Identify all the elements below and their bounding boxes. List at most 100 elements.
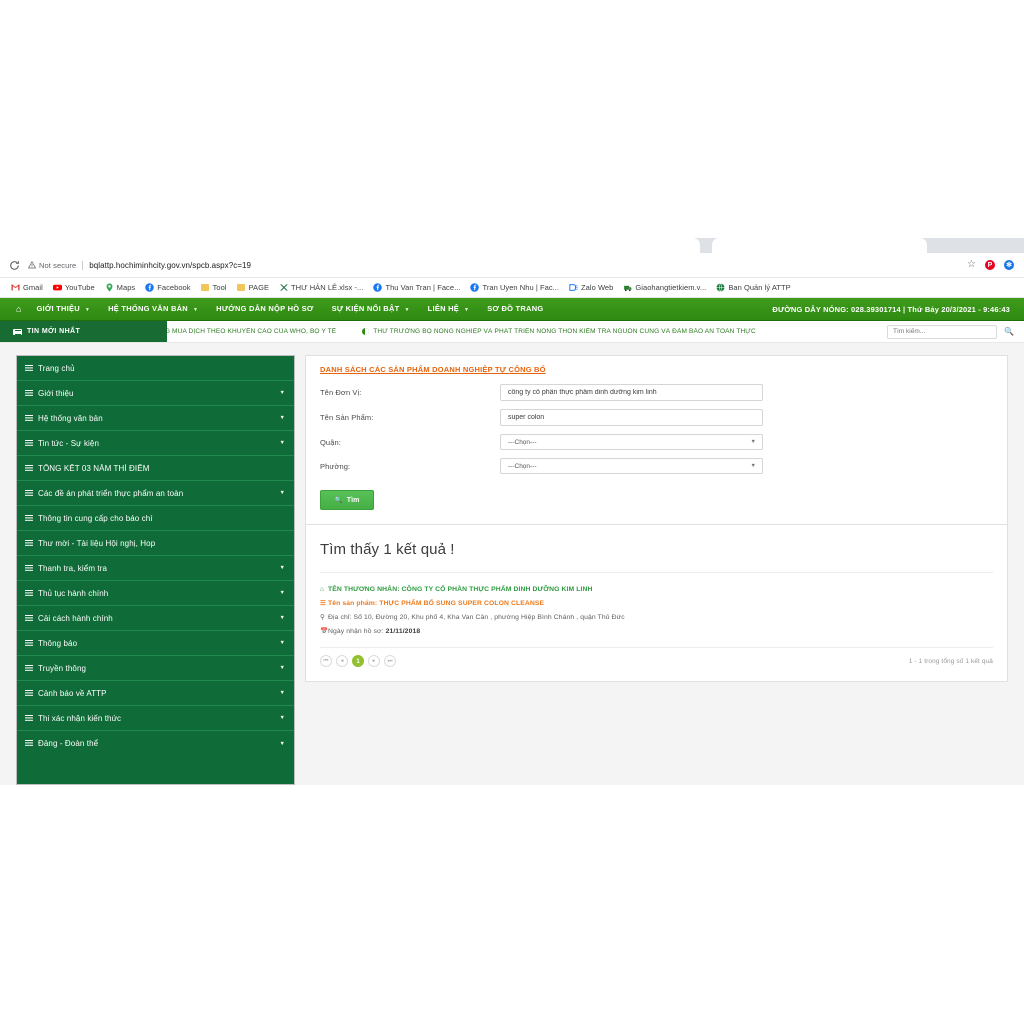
- search-icon[interactable]: 🔍: [1004, 327, 1014, 336]
- search-button[interactable]: 🔍 Tìm: [320, 490, 374, 510]
- chevron-down-icon: ▼: [279, 590, 285, 596]
- list-icon: [25, 440, 33, 447]
- chevron-down-icon: ▼: [279, 665, 285, 671]
- pagination-last[interactable]: ⏭: [384, 655, 396, 667]
- warning-triangle-icon: [28, 261, 36, 269]
- bookmark-item[interactable]: Thu Van Tran | Face...: [368, 279, 465, 296]
- result-product-row: ☰ Tên sản phẩm: THỰC PHẨM BỔ SUNG SUPER …: [320, 598, 993, 609]
- sidebar-item-truyen-thong[interactable]: Truyền thông▼: [17, 656, 294, 681]
- bookmark-item[interactable]: Giaohangtietkiem.v...: [618, 279, 711, 296]
- home-icon[interactable]: ⌂: [16, 304, 27, 314]
- chevron-down-icon: ▼: [751, 439, 756, 445]
- pinterest-extension-icon[interactable]: P: [985, 260, 995, 270]
- pagination-next[interactable]: ▸: [368, 655, 380, 667]
- calendar-icon: 📅: [320, 626, 328, 637]
- results-heading: Tìm thấy 1 kết quả !: [320, 541, 993, 573]
- news-ticker-items: RONG MÙA DỊCH THEO KHUYẾN CÁO CỦA WHO, B…: [167, 328, 887, 335]
- ghtk-icon: [623, 283, 632, 292]
- sidebar-item-thu-tuc-hanh-chinh[interactable]: Thủ tục hành chính ▼: [17, 581, 294, 606]
- sidebar-item-thong-tin-bao-chi[interactable]: Thông tin cung cấp cho báo chí: [17, 506, 294, 531]
- bookmark-item[interactable]: Tran Uyen Nhu | Fac...: [465, 279, 564, 296]
- bookmark-item[interactable]: YouTube: [48, 279, 100, 296]
- ten-san-pham-input[interactable]: [500, 409, 763, 426]
- nav-item-he-thong-van-ban[interactable]: HỆ THỐNG VĂN BẢN ▼: [99, 298, 207, 320]
- bookmark-item[interactable]: Maps: [100, 279, 141, 296]
- sidebar-item-tin-tuc-su-kien[interactable]: Tin tức - Sự kiện▼: [17, 431, 294, 456]
- ten-don-vi-input[interactable]: [500, 384, 763, 401]
- chevron-down-icon: ▼: [193, 308, 198, 313]
- ticker-item[interactable]: THỨ TRƯỞNG BỘ NÔNG NGHIỆP VÀ PHÁT TRIỂN …: [362, 328, 756, 335]
- blank-top-area: [0, 0, 1024, 238]
- bookmark-item[interactable]: Tool: [196, 279, 232, 296]
- sidebar-item-cai-cach-hanh-chinh[interactable]: Cải cách hành chính▼: [17, 606, 294, 631]
- chevron-down-icon: ▼: [279, 741, 285, 747]
- pagination-page-1[interactable]: 1: [352, 655, 364, 667]
- sidebar-item-label: Thủ tục hành chính: [38, 589, 275, 598]
- nav-item-gioi-thieu[interactable]: GIỚI THIỆU▼: [27, 298, 99, 320]
- clock-icon: [362, 328, 369, 335]
- sidebar-item-tong-ket-03-nam[interactable]: TỔNG KẾT 03 NĂM THÍ ĐIỂM: [17, 456, 294, 481]
- sidebar-item-gioi-thieu[interactable]: Giới thiệu▼: [17, 381, 294, 406]
- sidebar-item-he-thong-van-ban[interactable]: Hệ thống văn bản▼: [17, 406, 294, 431]
- bookmark-item[interactable]: PAGE: [232, 279, 274, 296]
- browser-tab-strip[interactable]: [0, 238, 1024, 253]
- facebook-icon: [470, 283, 479, 292]
- form-row-quan: Quận: ---Chọn--- ▼: [320, 434, 993, 450]
- list-icon: [25, 415, 33, 422]
- nav-item-label: SƠ ĐỒ TRANG: [487, 298, 543, 320]
- reload-icon[interactable]: [8, 259, 21, 272]
- sidebar-item-canh-bao-attp[interactable]: Cảnh báo về ATTP▼: [17, 681, 294, 706]
- bookmarks-bar: Gmail YouTube Maps Facebook Tool PAGE TH…: [0, 278, 1024, 298]
- sidebar-item-trang-chu[interactable]: Trang chủ: [17, 356, 294, 381]
- search-input[interactable]: [887, 325, 997, 339]
- nav-item-so-do-trang[interactable]: SƠ ĐỒ TRANG: [478, 298, 552, 320]
- nav-item-su-kien-noi-bat[interactable]: SỰ KIỆN NỔI BẬT▼: [323, 298, 419, 320]
- result-item[interactable]: ⌂ TÊN THƯƠNG NHÂN: CÔNG TY CỔ PHẦN THỰC …: [320, 573, 993, 648]
- list-icon: [25, 640, 33, 647]
- browser-window: Not secure bqlattp.hochiminhcity.gov.vn/…: [0, 238, 1024, 790]
- profile-extension-icon[interactable]: ✻: [1004, 260, 1014, 270]
- nav-item-label: HỆ THỐNG VĂN BẢN: [108, 298, 188, 320]
- field-label: Tên Sản Phẩm:: [320, 413, 500, 422]
- star-icon[interactable]: ☆: [967, 260, 976, 270]
- bookmark-item[interactable]: Facebook: [140, 279, 195, 296]
- browser-tab[interactable]: [712, 238, 927, 253]
- sidebar-item-label: Cảnh báo về ATTP: [38, 689, 275, 698]
- chevron-down-icon: ▼: [279, 640, 285, 646]
- search-icon: 🔍: [335, 496, 343, 504]
- nav-item-lien-he[interactable]: LIÊN HỆ▼: [419, 298, 479, 320]
- sidebar-item-label: Thông báo: [38, 639, 275, 648]
- field-label: Phường:: [320, 462, 500, 471]
- pagination-prev[interactable]: ◂: [336, 655, 348, 667]
- sidebar-item-label: Thư mời - Tài liệu Hội nghị, Hop: [38, 539, 285, 548]
- browser-tab[interactable]: [0, 238, 700, 253]
- bookmark-label: PAGE: [249, 283, 269, 292]
- sidebar-item-thong-bao[interactable]: Thông báo ▼: [17, 631, 294, 656]
- sidebar-item-thi-xac-nhan-kien-thuc[interactable]: Thi xác nhận kiến thức▼: [17, 706, 294, 731]
- ticker-item[interactable]: RONG MÙA DỊCH THEO KHUYẾN CÁO CỦA WHO, B…: [167, 328, 336, 335]
- sidebar-item-dang-doan-the[interactable]: Đảng - Đoàn thể▼: [17, 731, 294, 756]
- gmail-icon: [11, 283, 20, 292]
- bookmark-item[interactable]: Zalo Web: [564, 279, 618, 296]
- sidebar-item-label: Giới thiệu: [38, 389, 275, 398]
- bookmark-item[interactable]: Ban Quản lý ATTP: [711, 279, 795, 296]
- bookmark-item[interactable]: Gmail: [6, 279, 48, 296]
- phuong-select[interactable]: ---Chọn--- ▼: [500, 458, 763, 474]
- bookmark-item[interactable]: THƯ HẢN LÊ.xlsx -...: [274, 279, 368, 296]
- quan-select[interactable]: ---Chọn--- ▼: [500, 434, 763, 450]
- nav-item-huong-dan-nop-ho-so[interactable]: HƯỚNG DẪN NỘP HỒ SƠ: [207, 298, 322, 320]
- sidebar-item-thu-moi[interactable]: Thư mời - Tài liệu Hội nghị, Hop: [17, 531, 294, 556]
- globe-icon: [716, 283, 725, 292]
- sidebar-item-cac-de-an[interactable]: Các đề án phát triển thực phẩm an toàn▼: [17, 481, 294, 506]
- search-panel: DANH SÁCH CÁC SẢN PHẨM DOANH NGHIỆP TỰ C…: [305, 355, 1008, 525]
- browser-toolbar: Not secure bqlattp.hochiminhcity.gov.vn/…: [0, 253, 1024, 278]
- list-icon: [25, 615, 33, 622]
- list-icon: [25, 390, 33, 397]
- pagination-first[interactable]: ⏮: [320, 655, 332, 667]
- bookmark-label: Giaohangtietkiem.v...: [635, 283, 706, 292]
- list-icon: [25, 690, 33, 697]
- sidebar-item-thanh-tra[interactable]: Thanh tra, kiểm tra▼: [17, 556, 294, 581]
- list-icon: [25, 490, 33, 497]
- address-bar[interactable]: Not secure bqlattp.hochiminhcity.gov.vn/…: [28, 257, 967, 274]
- pagination: ⏮ ◂ 1 ▸ ⏭: [320, 655, 396, 667]
